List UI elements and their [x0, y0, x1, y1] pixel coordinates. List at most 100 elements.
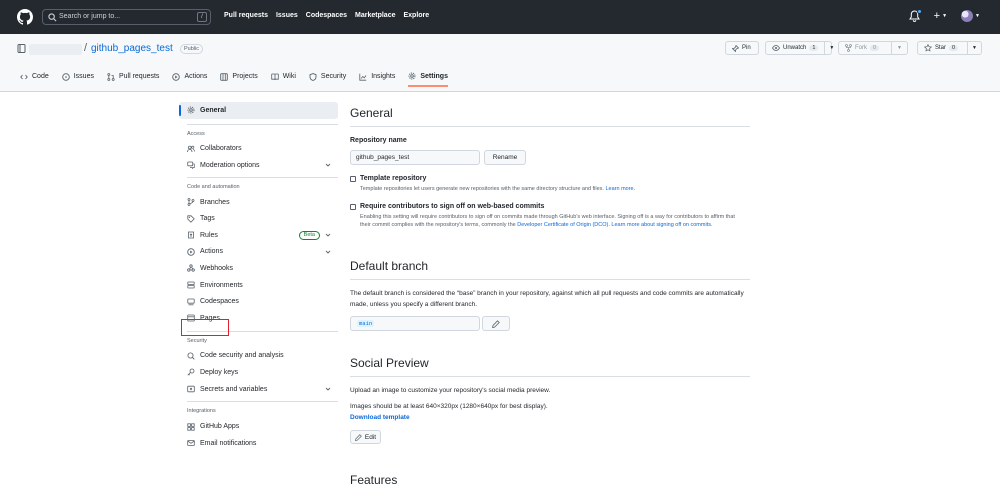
star-button[interactable]: Star 0 ▼ [917, 41, 982, 55]
global-search-input[interactable]: Search or jump to... / [42, 9, 211, 25]
sidebar-item-general[interactable]: General [179, 102, 338, 119]
beta-badge: Beta [298, 230, 320, 240]
sidebar-item-label: Code security and analysis [200, 352, 284, 360]
notifications-button[interactable] [908, 9, 922, 22]
sidebar-heading-access: Access [187, 130, 205, 137]
create-new-button[interactable]: + ▼ [934, 10, 947, 22]
notification-dot [916, 9, 922, 14]
sidebar-item-codespaces[interactable]: Codespaces [179, 293, 338, 310]
default-branch-description: The default branch is considered the “ba… [350, 290, 744, 308]
tab-label: Code [32, 73, 49, 80]
tab-projects[interactable]: Projects [220, 72, 258, 87]
sidebar-item-label: Codespaces [200, 298, 239, 306]
rename-button[interactable]: Rename [484, 150, 526, 165]
edit-default-branch-button[interactable] [482, 316, 510, 331]
template-repository-note: Template repositories let users generate… [360, 185, 740, 193]
signoff-note: Enabling this setting will require contr… [360, 213, 740, 229]
sidebar-item-secrets-variables[interactable]: Secrets and variables [179, 381, 338, 398]
template-repository-checkbox[interactable] [350, 176, 356, 182]
star-icon [924, 44, 932, 52]
sidebar-item-code-security[interactable]: Code security and analysis [179, 348, 338, 365]
chevron-down-icon: ▼ [897, 45, 902, 51]
download-template-link[interactable]: Download template [350, 413, 410, 424]
play-icon [172, 72, 181, 81]
tab-label: Wiki [282, 73, 296, 80]
sidebar-item-moderation-options[interactable]: Moderation options [179, 157, 338, 174]
learn-more-link[interactable]: Learn more. [605, 186, 635, 192]
unwatch-button[interactable]: Unwatch 1 ▼ [765, 41, 834, 55]
sidebar-item-label: Email notifications [200, 439, 257, 447]
key-asterisk-icon [187, 385, 195, 393]
tab-issues[interactable]: Issues [61, 72, 94, 87]
edit-social-preview-button[interactable]: Edit [350, 430, 381, 444]
tab-actions[interactable]: Actions [172, 72, 207, 87]
repo-owner-redacted[interactable] [29, 44, 82, 55]
repo-path-separator: / [84, 42, 88, 54]
search-icon [48, 13, 57, 22]
divider [187, 401, 338, 403]
sidebar-item-label: Environments [200, 281, 243, 289]
tab-insights[interactable]: Insights [359, 72, 395, 87]
branch-icon [187, 198, 195, 206]
tab-settings[interactable]: Settings [408, 72, 448, 87]
sidebar-item-webhooks[interactable]: Webhooks [179, 260, 338, 277]
divider [350, 279, 750, 280]
sidebar-item-collaborators[interactable]: Collaborators [179, 141, 338, 158]
user-menu-button[interactable]: ▼ [961, 10, 980, 22]
nav-explore[interactable]: Explore [403, 12, 429, 19]
pages-highlight-box [181, 319, 229, 336]
dco-link[interactable]: Developer Certificate of Origin (DCO). [517, 222, 610, 228]
pin-button[interactable]: Pin [725, 41, 759, 55]
nav-issues[interactable]: Issues [276, 12, 298, 19]
sidebar-item-label: Moderation options [200, 161, 260, 169]
global-header: Search or jump to... / Pull requests Iss… [0, 0, 1000, 34]
sidebar-item-rules[interactable]: Rules Beta [179, 227, 338, 244]
divider [187, 176, 338, 178]
sidebar-item-label: Rules [200, 231, 218, 239]
pull-request-icon [107, 72, 115, 81]
tab-code[interactable]: Code [20, 72, 49, 87]
sidebar-item-actions[interactable]: Actions [179, 244, 338, 261]
template-note-text: Template repositories let users generate… [360, 186, 604, 192]
chevron-down-icon [325, 163, 331, 167]
repo-name-input[interactable]: github_pages_test [350, 150, 480, 165]
edit-label: Edit [364, 433, 377, 441]
nav-marketplace[interactable]: Marketplace [355, 12, 395, 19]
shield-icon [309, 72, 317, 81]
apps-icon [187, 423, 195, 431]
fork-icon [845, 44, 852, 52]
webhook-icon [187, 264, 195, 273]
fork-button[interactable]: Fork 0 ▼ [838, 41, 908, 55]
chevron-down-icon [325, 250, 331, 254]
tab-pull-requests[interactable]: Pull requests [107, 72, 159, 87]
sidebar-item-tags[interactable]: Tags [179, 210, 338, 227]
sidebar-item-email-notifications[interactable]: Email notifications [179, 435, 338, 452]
default-branch-name: main [357, 320, 375, 327]
sidebar-item-label: Branches [200, 198, 230, 206]
sidebar-item-environments[interactable]: Environments [179, 277, 338, 294]
repo-tabs: Code Issues Pull requests Actions Projec… [20, 72, 448, 87]
header-actions: + ▼ ▼ [908, 9, 980, 22]
social-preview-description: Upload an image to customize your reposi… [350, 387, 551, 394]
tab-security[interactable]: Security [309, 72, 346, 87]
issue-icon [61, 72, 70, 81]
sidebar-heading-integrations: Integrations [187, 408, 216, 415]
signoff-learn-more-link[interactable]: Learn more about signing off on commits. [611, 222, 712, 228]
sidebar-item-deploy-keys[interactable]: Deploy keys [179, 364, 338, 381]
search-placeholder: Search or jump to... [59, 13, 121, 20]
nav-codespaces[interactable]: Codespaces [306, 12, 347, 19]
graph-icon [359, 73, 367, 81]
github-logo-icon[interactable] [17, 9, 33, 25]
eye-icon [772, 45, 780, 51]
sidebar-item-github-apps[interactable]: GitHub Apps [179, 418, 338, 435]
sidebar-item-label: Webhooks [200, 264, 233, 272]
signoff-checkbox[interactable] [350, 204, 356, 210]
sidebar-item-branches[interactable]: Branches [179, 194, 338, 211]
codescan-icon [187, 352, 195, 360]
tab-wiki[interactable]: Wiki [271, 72, 296, 87]
nav-pull-requests[interactable]: Pull requests [224, 12, 268, 19]
plus-icon: + [933, 10, 941, 22]
pencil-icon [354, 433, 362, 441]
repo-name-link[interactable]: github_pages_test [91, 43, 173, 54]
sidebar-item-label: Collaborators [200, 145, 242, 153]
